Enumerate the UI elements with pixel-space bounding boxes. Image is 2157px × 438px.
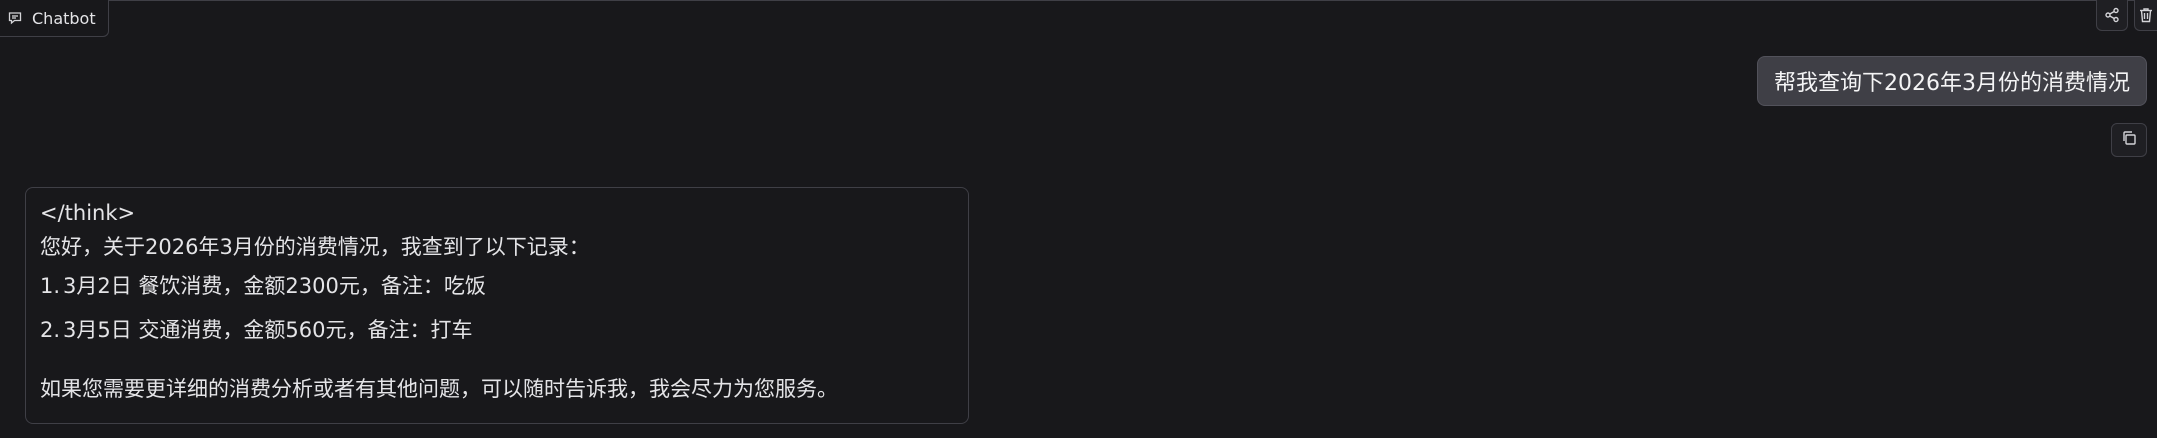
chatbot-title: Chatbot	[32, 8, 96, 28]
share-button[interactable]	[2096, 0, 2128, 31]
record-list: 1. 3月2日 餐饮消费，金额2300元，备注：吃饭 2. 3月5日 交通消费，…	[40, 264, 954, 352]
trash-icon	[2138, 7, 2154, 23]
list-item: 2. 3月5日 交通消费，金额560元，备注：打车	[40, 308, 954, 352]
top-actions	[2096, 0, 2157, 31]
user-message-text: 帮我查询下2026年3月份的消费情况	[1774, 71, 2130, 96]
think-tag: </think>	[40, 201, 136, 225]
bot-message: </think> 您好，关于2026年3月份的消费情况，我查到了以下记录： 1.…	[25, 187, 969, 424]
copy-button[interactable]	[2111, 123, 2147, 157]
list-item-text: 3月2日 餐饮消费，金额2300元，备注：吃饭	[63, 274, 486, 298]
share-icon	[2104, 7, 2120, 23]
user-message: 帮我查询下2026年3月份的消费情况	[1757, 56, 2147, 106]
list-item-text: 3月5日 交通消费，金额560元，备注：打车	[63, 318, 473, 342]
list-item: 1. 3月2日 餐饮消费，金额2300元，备注：吃饭	[40, 264, 954, 308]
list-item-number: 2.	[40, 318, 61, 342]
list-item-number: 1.	[40, 274, 61, 298]
chatbot-label: Chatbot	[0, 0, 109, 37]
bot-closing: 如果您需要更详细的消费分析或者有其他问题，可以随时告诉我，我会尽力为您服务。	[40, 377, 838, 401]
copy-icon	[2121, 130, 2137, 150]
delete-button[interactable]	[2134, 0, 2157, 31]
bot-greeting: 您好，关于2026年3月份的消费情况，我查到了以下记录：	[40, 235, 590, 259]
chat-bubble-icon	[8, 11, 22, 25]
